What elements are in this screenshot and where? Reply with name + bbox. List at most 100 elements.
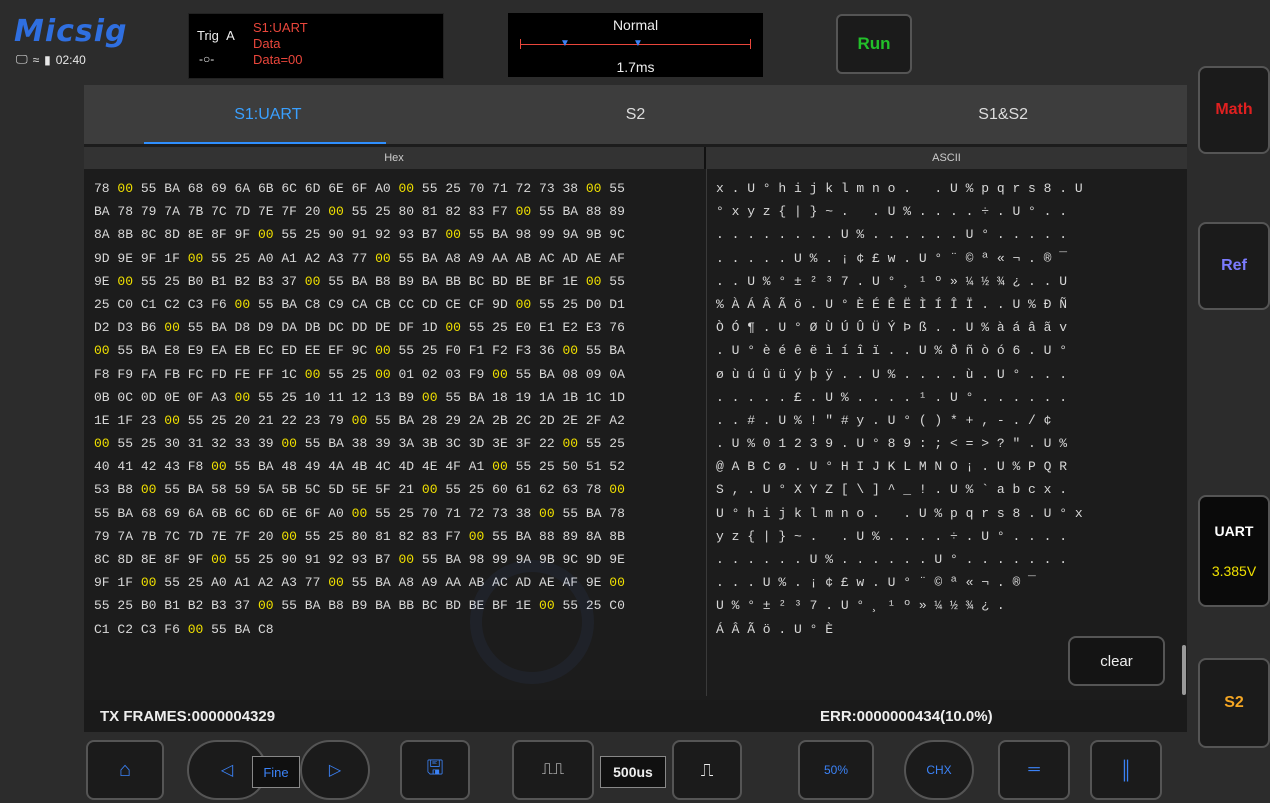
- s2-button[interactable]: S2: [1198, 658, 1270, 748]
- hex-row: 55 25 B0 B1 B2 B3 37 00 55 BA B8 B9 BA B…: [94, 598, 625, 614]
- acquire-time: 1.7ms: [616, 59, 655, 75]
- timebase-increase-button[interactable]: ⎍: [672, 740, 742, 800]
- trigger-panel[interactable]: Trig A -○- S1:UART Data Data=00: [188, 13, 444, 79]
- save-icon: 🖫: [426, 757, 444, 779]
- trigger-value: Data=00: [253, 52, 303, 67]
- uart-channel-button[interactable]: UART 3.385V: [1198, 495, 1270, 607]
- vertical-cursor-button[interactable]: ║: [1090, 740, 1162, 800]
- chx-label: CHX: [926, 763, 952, 777]
- triangle-left-icon: ◁: [220, 762, 234, 779]
- vertical-cursor-icon: ║: [1119, 759, 1133, 780]
- timeline-end: [750, 39, 751, 49]
- horizontal-cursor-icon: ═: [1028, 761, 1040, 778]
- monitor-icon: 🖵: [16, 52, 28, 66]
- timebase-decrease-button[interactable]: ⎍⎍: [512, 740, 594, 800]
- watermark: [470, 560, 594, 684]
- chx-button[interactable]: CHX: [904, 740, 974, 800]
- ascii-row: @ A B C ø . U ° H I J K L M N O ¡ . U % …: [716, 459, 1068, 475]
- hex-row: 00 55 25 30 31 32 33 39 00 55 BA 38 39 3…: [94, 436, 625, 452]
- pulse-wide-icon: ⎍⎍: [541, 761, 565, 778]
- hex-row: C1 C2 C3 F6 00 55 BA C8: [94, 621, 274, 637]
- decode-table-panel: S1:UART S2 S1&S2 Hex ASCII 78 00 55 BA 6…: [84, 85, 1187, 732]
- tab-s2[interactable]: S2: [452, 85, 820, 144]
- triangle-right-icon: ▷: [328, 762, 342, 779]
- run-button[interactable]: Run: [836, 14, 912, 74]
- trigger-edge-icon: -○-: [199, 52, 215, 66]
- wifi-icon: ≈: [32, 52, 40, 67]
- hex-row: F8 F9 FA FB FC FD FE FF 1C 00 55 25 00 0…: [94, 366, 625, 382]
- ascii-row: . U % 0 1 2 3 9 . U ° 8 9 : ; < = > ? " …: [716, 436, 1068, 452]
- ascii-row: . . . . . . . . U % . . . . . . U ° . . …: [716, 227, 1068, 243]
- ascii-row: U % ° ± ² ³ 7 . U ° ¸ ¹ º » ¼ ½ ¾ ¿ .: [716, 598, 1005, 614]
- horizontal-cursor-button[interactable]: ═: [998, 740, 1070, 800]
- hex-row: 8C 8D 8E 8F 9F 00 55 25 90 91 92 93 B7 0…: [94, 552, 625, 567]
- hex-row: D2 D3 B6 00 55 BA D8 D9 DA DB DC DD DE D…: [94, 320, 625, 336]
- hex-row: 25 C0 C1 C2 C3 F6 00 55 BA C8 C9 CA CB C…: [94, 296, 625, 312]
- uart-label: UART: [1214, 523, 1254, 539]
- hex-column-header: Hex: [84, 147, 706, 169]
- uart-threshold: 3.385V: [1211, 563, 1257, 579]
- trigger-source: S1:UART: [253, 20, 308, 35]
- fine-toggle[interactable]: Fine: [252, 756, 300, 788]
- ascii-data-list[interactable]: x . U ° h i j k l m n o . . U % p q r s …: [716, 177, 1184, 641]
- ascii-row: U ° h i j k l m n o . . U % p q r s 8 . …: [716, 505, 1083, 521]
- home-icon: ⌂: [118, 758, 132, 781]
- tab-bar: S1:UART S2 S1&S2: [84, 85, 1187, 144]
- hex-row: 9D 9E 9F 1F 00 55 25 A0 A1 A2 A3 77 00 5…: [94, 250, 625, 266]
- status-bar: 🖵 ≈ ▮ 02:40: [16, 52, 86, 67]
- math-button[interactable]: Math: [1198, 66, 1270, 154]
- battery-icon: ▮: [44, 52, 51, 67]
- hex-row: BA 78 79 7A 7B 7C 7D 7E 7F 20 00 55 25 8…: [94, 204, 625, 220]
- trigger-marker-icon: ▼: [560, 38, 570, 49]
- ref-button[interactable]: Ref: [1198, 222, 1270, 310]
- hex-row: 8A 8B 8C 8D 8E 8F 9F 00 55 25 90 91 92 9…: [94, 227, 625, 243]
- column-divider: [706, 169, 707, 696]
- tab-s1-uart[interactable]: S1:UART: [84, 85, 452, 144]
- acquire-mode: Normal: [612, 17, 659, 33]
- hex-row: 9F 1F 00 55 25 A0 A1 A2 A3 77 00 55 BA A…: [94, 575, 625, 591]
- trigger-info: S1:UART Data Data=00: [253, 20, 308, 68]
- hex-row: 9E 00 55 25 B0 B1 B2 B3 37 00 55 BA B8 B…: [94, 273, 625, 289]
- home-button[interactable]: ⌂: [86, 740, 164, 800]
- hex-row: 53 B8 00 55 BA 58 59 5A 5B 5C 5D 5E 5F 2…: [94, 482, 625, 498]
- hex-data-list[interactable]: 78 00 55 BA 68 69 6A 6B 6C 6D 6E 6F A0 0…: [94, 177, 706, 641]
- trigger-type: Data: [253, 36, 281, 51]
- hex-row: 79 7A 7B 7C 7D 7E 7F 20 00 55 25 80 81 8…: [94, 528, 625, 544]
- hex-row: 0B 0C 0D 0E 0F A3 00 55 25 10 11 12 13 B…: [94, 389, 625, 405]
- status-footer: TX FRAMES:0000004329 ERR:0000000434(10.0…: [84, 700, 1187, 732]
- hex-row: 1E 1F 23 00 55 25 20 21 22 23 79 00 55 B…: [94, 412, 625, 428]
- clock: 02:40: [55, 52, 86, 67]
- ascii-row: Ò Ó ¶ . U ° Ø Ù Ú Û Ü Ý Þ ß . . U % à á …: [716, 320, 1068, 336]
- ascii-row: ø ù ú û ü ý þ ÿ . . U % . . . . ù . U ° …: [716, 366, 1068, 382]
- ascii-row: S , . U ° X Y Z [ \ ] ^ _ ! . U % ` a b …: [716, 482, 1068, 498]
- pulse-narrow-icon: ⎍: [700, 759, 714, 780]
- trigger-label: Trig A: [197, 28, 235, 43]
- hex-row: 40 41 42 43 F8 00 55 BA 48 49 4A 4B 4C 4…: [94, 459, 625, 475]
- ascii-row: . . . . . . U % . . . . . . U ° . . . . …: [716, 552, 1068, 567]
- column-headers: Hex ASCII: [84, 147, 1187, 169]
- ascii-row: . . U % ° ± ² ³ 7 . U ° ¸ ¹ º » ¼ ½ ¾ ¿ …: [716, 273, 1068, 289]
- fifty-percent-label: 50%: [823, 763, 849, 777]
- ascii-row: x . U ° h i j k l m n o . . U % p q r s …: [716, 181, 1083, 196]
- error-count: ERR:0000000434(10.0%): [820, 708, 993, 725]
- acquire-panel[interactable]: Normal ▼ ▼ 1.7ms: [508, 13, 763, 77]
- timeline-start: [520, 39, 521, 49]
- ascii-row: % À Á Â Ã ö . U ° È É Ê Ë Ì Í Î Ï . . U …: [716, 296, 1068, 312]
- scroll-right-button[interactable]: ▷: [300, 740, 370, 800]
- hex-row: 78 00 55 BA 68 69 6A 6B 6C 6D 6E 6F A0 0…: [94, 181, 625, 196]
- clear-button[interactable]: clear: [1068, 636, 1165, 686]
- hex-row: 55 BA 68 69 6A 6B 6C 6D 6E 6F A0 00 55 2…: [94, 505, 625, 521]
- ascii-row: . . . . . U % . ¡ ¢ £ w . U ° ¨ © ª « ¬ …: [716, 250, 1068, 266]
- ascii-row: ° x y z { | } ~ . . U % . . . . ÷ . U ° …: [716, 204, 1068, 220]
- ascii-row: . . . . . £ . U % . . . . ¹ . U ° . . . …: [716, 389, 1068, 405]
- fifty-percent-button[interactable]: 50%: [798, 740, 874, 800]
- ascii-row: . . . U % . ¡ ¢ £ w . U ° ¨ © ª « ¬ . ® …: [716, 575, 1036, 591]
- brand-logo: Micsig: [14, 14, 128, 49]
- scrollbar[interactable]: [1182, 645, 1186, 695]
- ascii-row: . . # . U % ! " # y . U ° ( ) * + , - . …: [716, 412, 1052, 428]
- ascii-column-header: ASCII: [706, 147, 1187, 169]
- tab-s1-s2[interactable]: S1&S2: [819, 85, 1187, 144]
- position-marker-icon: ▼: [633, 38, 643, 49]
- save-button[interactable]: 🖫: [400, 740, 470, 800]
- hex-row: 00 55 BA E8 E9 EA EB EC ED EE EF 9C 00 5…: [94, 343, 625, 359]
